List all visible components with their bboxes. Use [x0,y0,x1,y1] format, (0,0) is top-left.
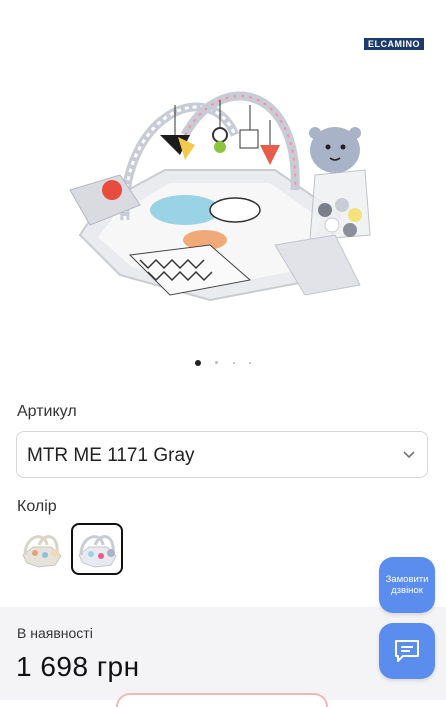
pagination-dot[interactable] [249,361,252,364]
buy-button-partial[interactable] [116,693,328,707]
color-swatch-gray[interactable] [71,523,123,575]
pagination-dot[interactable] [194,359,201,366]
color-swatch-beige[interactable] [15,523,67,575]
sku-value: MTR ME 1171 Gray [27,445,195,466]
gallery-pagination [0,354,446,372]
callback-button[interactable]: Замовити дзвінок [379,557,435,613]
sku-label: Артикул [17,403,77,420]
pagination-dot[interactable] [215,361,219,365]
chevron-down-icon [403,451,415,459]
product-gallery[interactable]: ELCAMINO [0,0,446,375]
price: 1 698 грн [16,651,140,682]
product-image[interactable] [60,75,390,310]
sku-select[interactable]: MTR ME 1171 Gray [16,431,428,478]
chat-button[interactable] [379,623,435,679]
brand-logo: ELCAMINO [364,38,424,50]
pagination-dot[interactable] [232,361,235,364]
chat-icon [395,640,419,662]
callback-label: Замовити дзвінок [385,574,429,596]
stock-status: В наявності [17,625,93,641]
color-label: Колір [17,498,57,515]
